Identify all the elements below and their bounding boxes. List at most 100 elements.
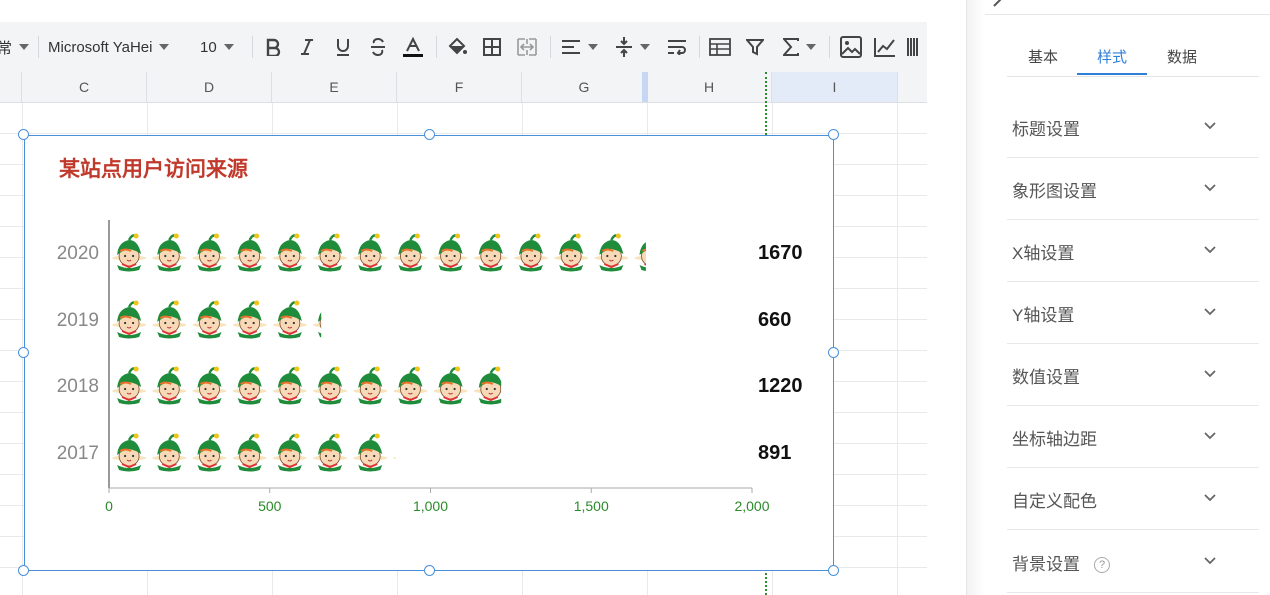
resize-handle-right[interactable] xyxy=(828,347,839,358)
value-label: 1220 xyxy=(758,375,803,397)
elf-symbol xyxy=(151,365,188,406)
font-size-value: 10 xyxy=(200,38,217,56)
x-tick-label: 2,000 xyxy=(734,498,769,514)
value-label: 891 xyxy=(758,442,791,464)
italic-icon[interactable] xyxy=(294,22,320,72)
resize-handle-top-left[interactable] xyxy=(18,129,29,140)
style-dropdown[interactable]: 常 xyxy=(0,22,30,72)
elf-symbol xyxy=(191,432,228,473)
section-label: 自定义配色 xyxy=(1012,492,1097,511)
section-x-axis-settings[interactable]: X轴设置 xyxy=(1007,220,1259,282)
column-resize-handle[interactable] xyxy=(642,72,648,102)
table-icon[interactable] xyxy=(706,22,734,72)
elf-symbol xyxy=(271,432,309,473)
pictorial-bar[interactable] xyxy=(110,299,347,340)
pictorial-bar[interactable] xyxy=(110,432,427,473)
section-label: 坐标轴边距 xyxy=(1012,430,1097,449)
filter-icon[interactable] xyxy=(742,22,768,72)
x-tick-label: 1,000 xyxy=(413,498,448,514)
section-pictorial-settings[interactable]: 象形图设置 xyxy=(1007,158,1259,220)
resize-handle-left[interactable] xyxy=(18,347,29,358)
bold-icon[interactable] xyxy=(260,22,286,72)
font-family-select[interactable]: Microsoft YaHei xyxy=(48,22,188,72)
resize-handle-top-right[interactable] xyxy=(828,129,839,140)
borders-icon[interactable] xyxy=(479,22,505,72)
section-label: 标题设置 xyxy=(1012,120,1080,139)
section-y-axis-settings[interactable]: Y轴设置 xyxy=(1007,282,1259,344)
elf-symbol xyxy=(151,299,188,340)
elf-symbol xyxy=(311,365,349,406)
column-header-c[interactable]: C xyxy=(22,72,147,102)
chevron-down-icon xyxy=(159,44,170,50)
section-label: Y轴设置 xyxy=(1012,306,1075,325)
section-background-settings[interactable]: 背景设置? xyxy=(1007,531,1259,593)
elf-symbol xyxy=(432,232,469,273)
elf-symbol xyxy=(351,232,389,273)
underline-icon[interactable] xyxy=(330,22,356,72)
section-label: X轴设置 xyxy=(1012,244,1075,263)
resize-handle-bottom[interactable] xyxy=(424,565,435,576)
align-icon[interactable] xyxy=(558,22,600,72)
font-size-select[interactable]: 10 xyxy=(200,22,244,72)
chart-icon[interactable] xyxy=(872,22,898,72)
edit-pen-icon[interactable] xyxy=(992,0,1006,8)
elf-symbol xyxy=(191,299,228,340)
tab-basic[interactable]: 基本 xyxy=(1028,46,1058,67)
elf-symbol xyxy=(110,232,148,273)
column-header-i[interactable]: I xyxy=(772,72,898,102)
elf-symbol xyxy=(271,365,309,406)
chevron-down-icon xyxy=(805,44,816,50)
elf-symbol xyxy=(231,232,268,273)
elf-symbol xyxy=(392,365,429,406)
section-label: 象形图设置 xyxy=(1012,182,1097,201)
column-header-h[interactable]: H xyxy=(647,72,772,102)
elf-symbol xyxy=(110,365,148,406)
x-tick-label: 0 xyxy=(105,498,113,514)
merge-cells-icon[interactable] xyxy=(514,22,540,72)
chart-object[interactable]: 某站点用户访问来源 0 500 1,000 1,500 2,000 2020 1670 201… xyxy=(18,129,839,576)
pictorial-bar-chart: 0 500 1,000 1,500 2,000 2020 1670 2019 660 2018 12… xyxy=(57,220,803,514)
elf-symbol xyxy=(191,232,228,273)
tab-data[interactable]: 数据 xyxy=(1167,46,1197,67)
section-value-settings[interactable]: 数值设置 xyxy=(1007,344,1259,406)
elf-symbol xyxy=(231,299,268,340)
column-header-g[interactable]: G xyxy=(522,72,647,102)
section-custom-colors[interactable]: 自定义配色 xyxy=(1007,468,1259,530)
help-icon[interactable]: ? xyxy=(1094,557,1110,573)
vertical-align-icon[interactable] xyxy=(611,22,653,72)
elf-symbol xyxy=(271,232,309,273)
elf-symbol xyxy=(633,232,646,273)
barcode-icon[interactable] xyxy=(906,22,927,72)
elf-symbol xyxy=(231,432,268,473)
chevron-down-icon xyxy=(19,44,30,50)
category-label: 2018 xyxy=(57,376,99,397)
strikethrough-icon[interactable] xyxy=(365,22,391,72)
elf-symbol xyxy=(191,365,228,406)
toolbar-divider xyxy=(436,36,437,58)
wrap-text-icon[interactable] xyxy=(664,22,690,72)
resize-handle-bottom-right[interactable] xyxy=(828,565,839,576)
category-label: 2020 xyxy=(57,243,99,264)
column-header-f[interactable]: F xyxy=(397,72,522,102)
column-header-d[interactable]: D xyxy=(147,72,272,102)
sum-icon[interactable] xyxy=(778,22,820,72)
pictorial-bar[interactable] xyxy=(110,365,508,406)
x-tick-label: 500 xyxy=(258,498,282,514)
tab-style[interactable]: 样式 xyxy=(1097,46,1127,67)
resize-handle-bottom-left[interactable] xyxy=(18,565,29,576)
pictorial-bar[interactable] xyxy=(110,232,668,273)
x-tick-label: 1,500 xyxy=(574,498,609,514)
fill-color-icon[interactable] xyxy=(444,22,470,72)
section-axis-margin[interactable]: 坐标轴边距 xyxy=(1007,406,1259,468)
column-header-e[interactable]: E xyxy=(272,72,397,102)
elf-symbol xyxy=(351,432,389,473)
chevron-down-icon xyxy=(1204,122,1216,130)
font-color-icon[interactable] xyxy=(400,22,426,72)
section-label: 背景设置? xyxy=(1012,550,1110,575)
elf-symbol xyxy=(311,299,322,340)
row-header-corner[interactable] xyxy=(0,72,22,102)
resize-handle-top[interactable] xyxy=(424,129,435,140)
section-title-settings[interactable]: 标题设置 xyxy=(1007,96,1259,158)
image-icon[interactable] xyxy=(838,22,864,72)
elf-symbol xyxy=(392,232,429,273)
